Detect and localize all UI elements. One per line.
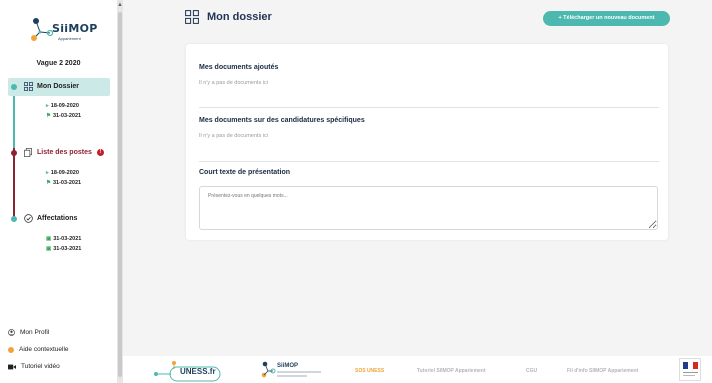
empty-state-text: Il n'y a pas de documents ici [199,133,268,139]
timeline-dot [11,216,17,222]
play-icon: ▸ [46,103,49,109]
sidebar-item-label: Affectations [37,215,78,222]
flag-icon: ⚑ [46,113,51,119]
end-date: ⚑ 31-03-2021 [46,113,82,119]
sidebar-item-mon-dossier[interactable]: Mon Dossier [24,82,79,91]
grid-icon [24,82,33,91]
play-icon: ▸ [46,170,49,176]
profile-link[interactable]: Mon Profil [8,329,49,336]
divider [199,161,659,162]
video-icon [8,364,16,369]
sidebar-item-label: Liste des postes [37,149,92,156]
alert-badge: ! [96,149,104,156]
divider [199,107,659,108]
campaign-label: Vague 2 2020 [36,60,81,67]
page-header: Mon dossier [185,10,272,24]
uness-logo[interactable]: UNESS.fr [153,360,223,382]
republique-francaise-logo [679,358,701,381]
logo-text: SiiMOP [52,22,98,35]
footer-link-sos[interactable]: SOS UNESS [355,368,384,374]
copy-icon [24,148,33,157]
logo-text-line [277,371,321,373]
sidebar-item-affectations[interactable]: Affectations [24,214,77,223]
timeline-line [13,88,15,148]
user-circle-icon [8,329,15,336]
footer: UNESS.fr SiiMOP SOS UNESS Tutoriel SIIMO… [123,356,712,383]
presentation-textarea[interactable] [199,186,658,230]
calendar-icon: ▣ [46,246,52,252]
page-title: Mon dossier [207,11,272,23]
sidebar: SiiMOP Appariement Vague 2 2020 Mon Doss… [0,0,117,383]
sidebar-item-liste-des-postes[interactable]: Liste des postes! [24,148,104,157]
grid-icon [185,10,199,24]
section-title: Mes documents sur des candidatures spéci… [199,117,365,124]
upload-document-button[interactable]: + Télécharger un nouveau document [543,11,670,26]
sidebar-scrollbar-thumb[interactable] [118,12,122,377]
calendar-icon: ▣ [46,236,52,242]
siimop-footer-logo[interactable]: SiiMOP [260,360,330,382]
footer-link-tutoriel[interactable]: Tutoriel SIIMOP Appariement [417,368,486,374]
section-title: Mes documents ajoutés [199,64,279,71]
documents-card: Mes documents ajoutés Il n'y a pas de do… [186,44,668,240]
timeline-dot [11,84,17,90]
siimop-logo-icon [31,18,54,41]
help-dot-icon [8,346,14,353]
help-link[interactable]: Aide contextuelle [8,346,69,353]
scroll-up-icon[interactable]: ▲ [117,2,123,8]
date: ▣ 31-03-2021 [46,246,82,252]
logo-text-line [277,375,307,377]
start-date: ▸ 18-09-2020 [46,170,79,176]
logo-subtitle: Appariement [58,36,81,41]
timeline-line [13,148,15,218]
end-date: ⚑ 31-03-2021 [46,180,82,186]
date: ▣ 31-03-2021 [46,236,82,242]
footer-link-fil-info[interactable]: Fil d'info SIIMOP Appariement [567,368,638,374]
footer-link-cgu[interactable]: CGU [526,368,537,374]
siimop-logo-icon [261,361,276,378]
sidebar-item-label: Mon Dossier [37,83,80,90]
siimop-logo[interactable]: SiiMOP Appariement [28,14,98,46]
empty-state-text: Il n'y a pas de documents ici [199,80,268,86]
flag-icon: ⚑ [46,180,51,186]
video-tutorial-link[interactable]: Tutoriel vidéo [8,363,60,370]
start-date: ▸ 18-09-2020 [46,103,79,109]
timeline-dot [11,150,17,156]
section-title: Court texte de présentation [199,169,291,176]
check-circle-icon [24,214,33,223]
